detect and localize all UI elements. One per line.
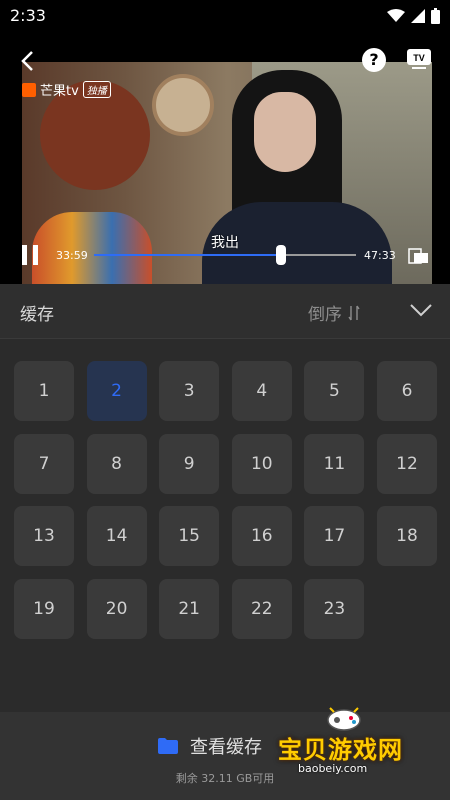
playback-controls: 33:59 47:33 (0, 243, 450, 267)
episode-cell[interactable]: 18 (377, 506, 437, 566)
logo-text: 芒果tv (40, 84, 79, 99)
svg-text:TV: TV (413, 53, 425, 63)
battery-icon (431, 8, 440, 24)
exclusive-badge: 独播 (82, 81, 111, 98)
wifi-icon (387, 9, 405, 22)
pause-icon (22, 245, 27, 265)
duration: 47:33 (364, 249, 396, 262)
panel-title: 缓存 (20, 305, 54, 325)
episode-cell[interactable]: 21 (159, 578, 220, 639)
sort-icon (348, 305, 360, 320)
episode-cell[interactable]: 13 (14, 506, 74, 566)
status-time: 2:33 (10, 6, 46, 25)
episode-cell[interactable]: 11 (304, 433, 365, 494)
episode-cell[interactable]: 16 (231, 506, 292, 566)
episode-cell[interactable]: 17 (304, 506, 365, 566)
tv-cast-icon[interactable]: TV (406, 48, 432, 70)
view-cache-button[interactable]: 查看缓存 (158, 733, 262, 759)
watermark-text: 宝贝游戏网 (278, 736, 403, 764)
folder-icon (158, 738, 178, 754)
episode-cell[interactable]: 4 (231, 361, 292, 421)
fullscreen-icon[interactable] (408, 247, 430, 265)
episode-cell[interactable]: 2 (86, 361, 147, 421)
episode-cell[interactable]: 22 (231, 578, 292, 639)
sort-label: 倒序 (308, 305, 342, 325)
chevron-down-icon[interactable] (409, 302, 433, 318)
episode-cell[interactable]: 9 (159, 433, 220, 494)
back-arrow-icon[interactable] (18, 50, 40, 72)
pause-button[interactable] (22, 245, 40, 265)
signal-icon (411, 9, 425, 23)
episode-cell[interactable]: 19 (14, 578, 74, 639)
progress-bar[interactable] (94, 245, 356, 265)
progress-fill (94, 254, 282, 256)
view-cache-label: 查看缓存 (190, 737, 262, 758)
episode-cell[interactable]: 14 (86, 506, 147, 566)
episode-cell[interactable]: 15 (159, 506, 220, 566)
channel-logo: 芒果tv 独播 (22, 80, 111, 99)
cache-panel-header: 缓存 倒序 (0, 284, 450, 339)
progress-thumb[interactable] (276, 245, 287, 265)
watermark: 宝贝游戏网 baobeiy.com (276, 706, 426, 784)
episode-cell[interactable]: 20 (86, 578, 147, 639)
current-time: 33:59 (56, 249, 88, 262)
episode-cell[interactable]: 10 (231, 433, 292, 494)
sort-toggle[interactable]: 倒序 (308, 300, 360, 325)
watermark-url: baobeiy.com (298, 762, 368, 775)
episode-cell[interactable]: 23 (304, 578, 365, 639)
mango-logo-icon (22, 82, 36, 97)
help-icon[interactable]: ? (362, 48, 386, 72)
episode-cell[interactable]: 3 (159, 361, 220, 421)
status-bar: 2:33 (0, 0, 450, 32)
episode-cell[interactable]: 7 (14, 433, 74, 494)
status-icons (387, 8, 440, 24)
episode-cell[interactable]: 12 (377, 433, 437, 494)
episode-cell[interactable]: 6 (377, 361, 437, 421)
episode-cell[interactable]: 8 (86, 433, 147, 494)
gamepad-icon (327, 707, 361, 731)
episode-cell[interactable]: 1 (14, 361, 74, 421)
episode-cell[interactable]: 5 (304, 361, 365, 421)
